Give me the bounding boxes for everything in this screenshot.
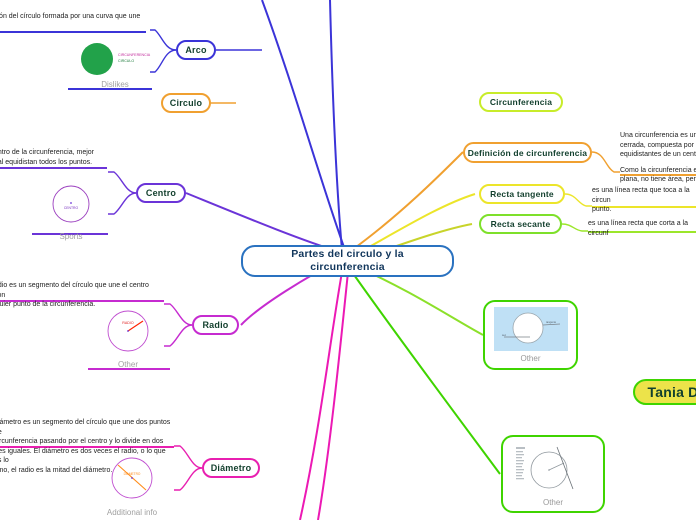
thumbnail-diametro[interactable]: DIAMETRO Additional info bbox=[103, 452, 161, 517]
note-centro: entro de la circunferencia, mejor ual equ… bbox=[0, 148, 139, 167]
note-recta-tangente-text: es una línea recta que toca a la circun p… bbox=[592, 187, 690, 213]
note-definicion-line3: equidistantes de un centro bbox=[620, 151, 696, 158]
node-circunferencia[interactable]: Circunferencia bbox=[479, 92, 563, 112]
image-card-secante[interactable]: Other bbox=[501, 435, 605, 513]
svg-text:sec: sec bbox=[502, 334, 507, 337]
node-circulo[interactable]: Circulo bbox=[161, 93, 211, 113]
thumbnail-arco-caption: Dislikes bbox=[101, 80, 129, 89]
node-recta-tangente[interactable]: Recta tangente bbox=[479, 184, 565, 204]
diametro-diagram-icon: DIAMETRO bbox=[111, 457, 153, 499]
node-radio[interactable]: Radio bbox=[192, 315, 239, 335]
note-centro-text: entro de la circunferencia, mejor ual equ… bbox=[0, 149, 94, 166]
node-recta-secante-label: Recta secante bbox=[490, 219, 551, 229]
note-definicion-line2: cerrada, compuesta por un bbox=[620, 141, 696, 149]
thumbnail-centro-caption: Sports bbox=[59, 232, 83, 241]
central-node-label-line1: Partes del circulo y la bbox=[291, 248, 404, 260]
node-arco-label: Arco bbox=[185, 45, 207, 55]
centro-diagram-icon: CENTRO bbox=[52, 185, 90, 223]
note-recta-secante-text: es una línea recta que corta a la circun… bbox=[588, 220, 689, 237]
thumbnail-centro[interactable]: CENTRO Sports bbox=[43, 182, 99, 241]
node-centro-label: Centro bbox=[145, 188, 177, 198]
note-definicion-line4: Como la circunferencia es u bbox=[620, 166, 696, 174]
thumbnail-radio-caption: Other bbox=[117, 360, 138, 369]
svg-text:CIRCUNFERENCIA: CIRCUNFERENCIA bbox=[118, 53, 151, 57]
thumbnail-arco[interactable]: CIRCUNFERENCIA CIRCULO Dislikes bbox=[78, 40, 152, 89]
thumbnail-diametro-caption: Additional info bbox=[106, 508, 158, 517]
note-definicion-line5: plana, no tiene área, pero s bbox=[620, 176, 696, 183]
image-card-tangente[interactable]: tangente sec Other bbox=[483, 300, 578, 370]
node-definicion-circunferencia[interactable]: Definición de circunferencia bbox=[463, 142, 592, 163]
node-recta-secante[interactable]: Recta secante bbox=[479, 214, 562, 234]
svg-text:CENTRO: CENTRO bbox=[64, 206, 79, 210]
underline-centro-top bbox=[0, 167, 107, 169]
note-arco-text: ción del círculo formada por una curva q… bbox=[0, 13, 141, 20]
mindmap-canvas: Partes del circulo y la circunferencia c… bbox=[0, 0, 696, 520]
central-node-label-line2: circunferencia bbox=[310, 261, 385, 273]
node-circulo-label: Circulo bbox=[169, 98, 203, 108]
note-arco: ción del círculo formada por una curva q… bbox=[0, 12, 144, 41]
image-card-secante-caption: Other bbox=[542, 498, 563, 507]
node-definicion-label: Definición de circunferencia bbox=[467, 147, 588, 158]
image-card-tangente-caption: Other bbox=[520, 354, 541, 363]
note-recta-secante: es una línea recta que corta a la circun… bbox=[588, 219, 696, 238]
node-circunferencia-label: Circunferencia bbox=[489, 97, 553, 107]
svg-text:RADIO: RADIO bbox=[122, 321, 134, 325]
tangente-diagram-icon: tangente sec bbox=[493, 307, 568, 351]
node-tania-label: Tania D bbox=[647, 384, 696, 400]
note-recta-tangente: es una línea recta que toca a la circun p… bbox=[592, 186, 696, 215]
note-definicion-line1: Una circunferencia es una lí bbox=[620, 132, 696, 139]
radio-diagram-icon: RADIO bbox=[107, 310, 149, 352]
svg-text:DIAMETRO: DIAMETRO bbox=[124, 472, 141, 476]
node-radio-label: Radio bbox=[202, 320, 229, 330]
svg-text:CIRCULO: CIRCULO bbox=[118, 59, 134, 63]
node-diametro[interactable]: Diámetro bbox=[202, 458, 260, 478]
svg-text:tangente: tangente bbox=[546, 320, 557, 324]
node-recta-tangente-label: Recta tangente bbox=[490, 189, 554, 199]
arco-diagram-icon: CIRCUNFERENCIA CIRCULO bbox=[81, 43, 151, 75]
note-definicion: Una circunferencia es una lí cerrada, co… bbox=[620, 131, 696, 185]
node-centro[interactable]: Centro bbox=[136, 183, 186, 203]
central-node[interactable]: Partes del circulo y la circunferencia bbox=[241, 245, 454, 277]
note-definicion-para2: Como la circunferencia es u plana, no ti… bbox=[620, 166, 696, 185]
node-tania[interactable]: Tania D bbox=[633, 379, 696, 405]
node-arco[interactable]: Arco bbox=[176, 40, 216, 60]
note-definicion-para1: Una circunferencia es una lí cerrada, co… bbox=[620, 131, 696, 160]
thumbnail-radio[interactable]: RADIO Other bbox=[99, 306, 157, 369]
node-diametro-label: Diámetro bbox=[210, 463, 252, 473]
secante-diagram-icon bbox=[511, 441, 595, 495]
